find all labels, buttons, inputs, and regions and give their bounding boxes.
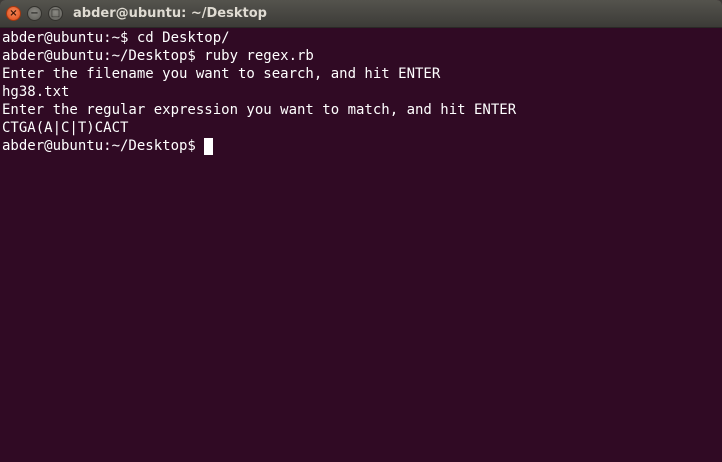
terminal-prompt-line[interactable]: abder@ubuntu:~/Desktop$ [2, 137, 516, 155]
terminal-output: abder@ubuntu:~$ cd Desktop/ abder@ubuntu… [2, 29, 516, 155]
title-bar[interactable]: × − □ abder@ubuntu: ~/Desktop [0, 0, 722, 28]
terminal-window: × − □ abder@ubuntu: ~/Desktop abder@ubun… [0, 0, 722, 462]
terminal-prompt: abder@ubuntu:~/Desktop$ [2, 138, 205, 154]
terminal-line: Enter the regular expression you want to… [2, 102, 517, 118]
maximize-icon: □ [50, 7, 61, 19]
minimize-icon: − [30, 7, 39, 19]
text-cursor [204, 138, 214, 155]
terminal-line: abder@ubuntu:~/Desktop$ ruby regex.rb [2, 48, 314, 64]
terminal-line: hg38.txt [2, 84, 70, 100]
close-icon: × [9, 7, 18, 19]
terminal-area[interactable]: abder@ubuntu:~$ cd Desktop/ abder@ubuntu… [0, 29, 722, 462]
window-title: abder@ubuntu: ~/Desktop [73, 6, 267, 21]
maximize-button[interactable]: □ [48, 6, 63, 21]
close-button[interactable]: × [6, 6, 21, 21]
terminal-line: CTGA(A|C|T)CACT [2, 120, 129, 136]
minimize-button[interactable]: − [27, 6, 42, 21]
terminal-line: Enter the filename you want to search, a… [2, 66, 441, 82]
terminal-line: abder@ubuntu:~$ cd Desktop/ [2, 30, 230, 46]
